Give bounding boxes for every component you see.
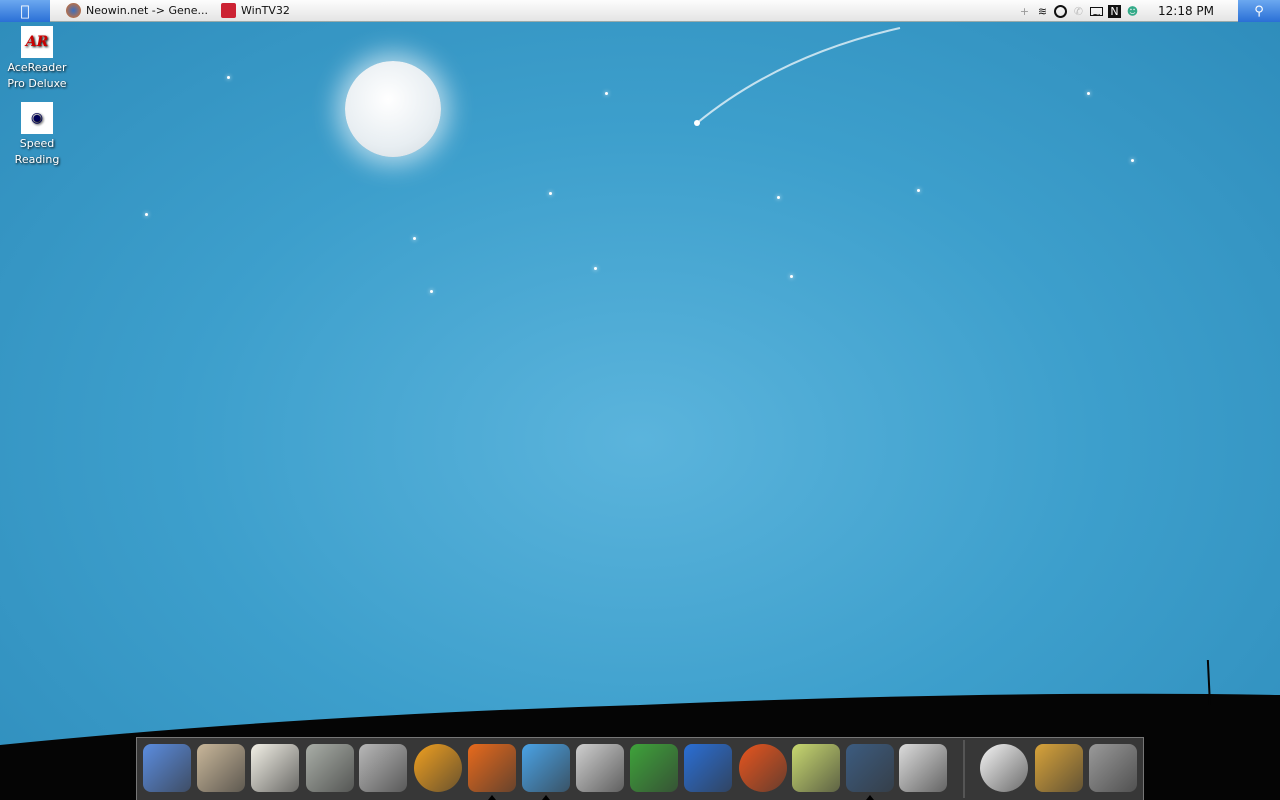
dock-tuxedo-icon[interactable]: [576, 744, 624, 792]
star: [1087, 92, 1090, 95]
star: [694, 120, 700, 126]
wallpaper-stars: [694, 27, 901, 126]
running-indicator: [542, 795, 550, 800]
star: [227, 76, 230, 79]
dock-trash-icon[interactable]: [1089, 744, 1137, 792]
dock-messenger-icon[interactable]: [522, 744, 570, 792]
eye-icon: ◉: [21, 102, 53, 134]
dock-paint-icon[interactable]: [792, 744, 840, 792]
desktop-icon-speed-reading[interactable]: ◉ Speed Reading: [2, 102, 72, 168]
dock-burner-icon[interactable]: [739, 744, 787, 792]
star: [413, 237, 416, 240]
dock-word-icon[interactable]: [684, 744, 732, 792]
star: [790, 275, 793, 278]
dock-dvd-player-icon[interactable]: [359, 744, 407, 792]
dock-separator: [963, 740, 965, 798]
star: [594, 267, 597, 270]
dock-display-icon[interactable]: [846, 744, 894, 792]
dock-battery-icon[interactable]: [1035, 744, 1083, 792]
dock-home-icon[interactable]: [197, 744, 245, 792]
desktop-icon-acereader[interactable]: AR AceReader Pro Deluxe: [2, 26, 72, 92]
dock-finder-icon[interactable]: [143, 744, 191, 792]
dock-clock-icon[interactable]: [980, 744, 1028, 792]
star: [1131, 159, 1134, 162]
dock-firefox-icon[interactable]: [468, 744, 516, 792]
star: [430, 290, 433, 293]
star: [145, 213, 148, 216]
dock: [136, 737, 1144, 800]
dock-textedit-icon[interactable]: [251, 744, 299, 792]
dock-excel-icon[interactable]: [630, 744, 678, 792]
dock-system-preferences-icon[interactable]: [899, 744, 947, 792]
dock-media-player-icon[interactable]: [414, 744, 462, 792]
star: [549, 192, 552, 195]
star: [777, 196, 780, 199]
desktop-icon-label: AceReader Pro Deluxe: [7, 61, 67, 90]
star: [917, 189, 920, 192]
running-indicator: [488, 795, 496, 800]
shooting-star: [696, 27, 901, 124]
desktop-icon-label: Speed Reading: [14, 137, 60, 166]
dock-calculator-icon[interactable]: [306, 744, 354, 792]
star: [605, 92, 608, 95]
acereader-icon: AR: [21, 26, 53, 58]
running-indicator: [866, 795, 874, 800]
